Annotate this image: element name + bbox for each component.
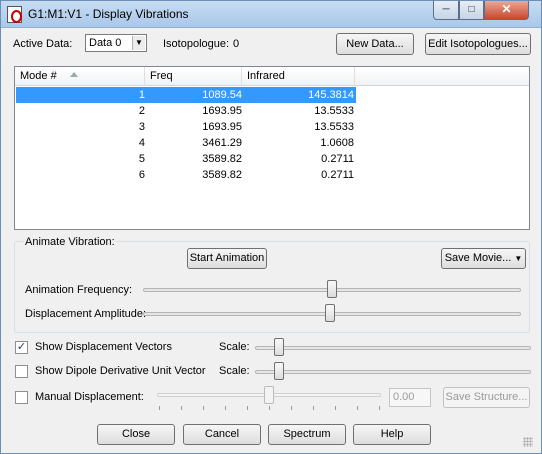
- edit-isotopologues-button[interactable]: Edit Isotopologues...: [425, 33, 531, 55]
- resize-grip-icon[interactable]: [523, 437, 533, 447]
- dipole-scale-slider[interactable]: [255, 370, 531, 374]
- table-row[interactable]: 5 3589.82 0.2711: [16, 151, 356, 167]
- modes-table[interactable]: Mode # Freq Infrared 1 1089.54 145.3814 …: [14, 66, 530, 230]
- slider-tick: [335, 406, 336, 410]
- mode-cell: 3: [138, 121, 145, 133]
- column-label-freq: Freq: [150, 70, 173, 82]
- title-bar: G1:M1:V1 - Display Vibrations ─ □ ✕: [1, 1, 541, 28]
- maximize-icon: □: [468, 4, 475, 15]
- manual-displacement-value-field[interactable]: 0.00: [389, 388, 431, 407]
- displacement-scale-slider[interactable]: [255, 346, 531, 350]
- save-structure-button[interactable]: Save Structure...: [443, 387, 530, 408]
- manual-displacement-label: Manual Displacement:: [35, 391, 144, 403]
- displacement-scale-label: Scale:: [219, 341, 250, 353]
- displacement-scale-thumb[interactable]: [274, 338, 284, 356]
- animate-vibration-label: Animate Vibration:: [24, 236, 116, 248]
- mode-cell: 1: [138, 89, 145, 101]
- table-row[interactable]: 6 3589.82 0.2711: [16, 167, 356, 183]
- column-header-mode[interactable]: Mode #: [15, 67, 145, 86]
- window-title: G1:M1:V1 - Display Vibrations: [28, 7, 189, 21]
- save-movie-label: Save Movie...: [444, 252, 512, 264]
- table-row[interactable]: 4 3461.29 1.0608: [16, 135, 356, 151]
- show-dipole-derivative-label: Show Dipole Derivative Unit Vector: [35, 365, 206, 377]
- animation-frequency-thumb[interactable]: [327, 280, 337, 298]
- infrared-cell: 1.0608: [320, 137, 354, 149]
- slider-tick: [159, 406, 160, 410]
- mode-cell: 4: [138, 137, 145, 149]
- dipole-scale-thumb[interactable]: [274, 362, 284, 380]
- freq-cell: 3589.82: [202, 153, 242, 165]
- freq-cell: 3461.29: [202, 137, 242, 149]
- column-label-mode: Mode #: [20, 70, 57, 82]
- help-button[interactable]: Help: [353, 424, 431, 445]
- app-icon: [7, 6, 22, 23]
- save-movie-button[interactable]: Save Movie... ▼: [441, 248, 526, 269]
- slider-tick: [291, 406, 292, 410]
- animation-frequency-label: Animation Frequency:: [25, 284, 132, 296]
- show-dipole-derivative-checkbox[interactable]: [15, 365, 28, 378]
- mode-cell: 5: [138, 153, 145, 165]
- dipole-scale-label: Scale:: [219, 365, 250, 377]
- freq-cell: 1693.95: [202, 105, 242, 117]
- displacement-amplitude-thumb[interactable]: [325, 304, 335, 322]
- slider-tick: [313, 406, 314, 410]
- mode-cell: 6: [138, 169, 145, 181]
- table-row[interactable]: 1 1089.54 145.3814: [16, 87, 356, 103]
- infrared-cell: 0.2711: [321, 153, 354, 165]
- show-displacement-vectors-label: Show Displacement Vectors: [35, 341, 172, 353]
- dropdown-arrow-icon: ▼: [514, 254, 523, 263]
- active-data-value: Data 0: [89, 37, 122, 49]
- manual-displacement-thumb[interactable]: [264, 386, 274, 404]
- close-icon: ✕: [501, 2, 512, 16]
- column-header-freq[interactable]: Freq: [145, 67, 242, 86]
- infrared-cell: 145.3814: [308, 89, 354, 101]
- table-row[interactable]: 2 1693.95 13.5533: [16, 103, 356, 119]
- display-vibrations-window: G1:M1:V1 - Display Vibrations ─ □ ✕ Acti…: [0, 0, 542, 454]
- slider-tick: [379, 406, 380, 410]
- new-data-button[interactable]: New Data...: [336, 33, 414, 55]
- spectrum-button[interactable]: Spectrum: [268, 424, 346, 445]
- slider-tick: [269, 406, 270, 410]
- freq-cell: 1693.95: [202, 121, 242, 133]
- show-displacement-vectors-checkbox[interactable]: ✓: [15, 341, 28, 354]
- displacement-amplitude-label: Displacement Amplitude:: [25, 308, 147, 320]
- slider-tick: [181, 406, 182, 410]
- start-animation-button[interactable]: Start Animation: [187, 248, 267, 269]
- active-data-label: Active Data:: [13, 38, 73, 50]
- close-button[interactable]: Close: [97, 424, 175, 445]
- freq-cell: 3589.82: [202, 169, 242, 181]
- infrared-cell: 13.5533: [314, 105, 354, 117]
- minimize-button[interactable]: ─: [433, 1, 459, 20]
- slider-tick: [203, 406, 204, 410]
- table-row[interactable]: 3 1693.95 13.5533: [16, 119, 356, 135]
- checkmark-icon: ✓: [16, 341, 27, 353]
- slider-tick: [357, 406, 358, 410]
- sort-ascending-icon: [70, 72, 78, 77]
- slider-tick: [247, 406, 248, 410]
- manual-displacement-checkbox[interactable]: [15, 391, 28, 404]
- column-label-infrared: Infrared: [247, 70, 285, 82]
- maximize-button[interactable]: □: [459, 1, 484, 20]
- close-window-button[interactable]: ✕: [484, 1, 529, 20]
- active-data-select[interactable]: Data 0 ▼: [85, 34, 147, 52]
- column-header-infrared[interactable]: Infrared: [242, 67, 355, 86]
- mode-cell: 2: [138, 105, 145, 117]
- freq-cell: 1089.54: [202, 89, 242, 101]
- infrared-cell: 13.5533: [314, 121, 354, 133]
- chevron-down-icon[interactable]: ▼: [132, 36, 145, 50]
- slider-tick: [225, 406, 226, 410]
- table-header: Mode # Freq Infrared: [15, 67, 529, 86]
- cancel-button[interactable]: Cancel: [183, 424, 261, 445]
- minimize-icon: ─: [442, 4, 450, 15]
- isotopologue-value: 0: [233, 38, 240, 50]
- isotopologue-label: Isotopologue:: [163, 38, 230, 50]
- infrared-cell: 0.2711: [321, 169, 354, 181]
